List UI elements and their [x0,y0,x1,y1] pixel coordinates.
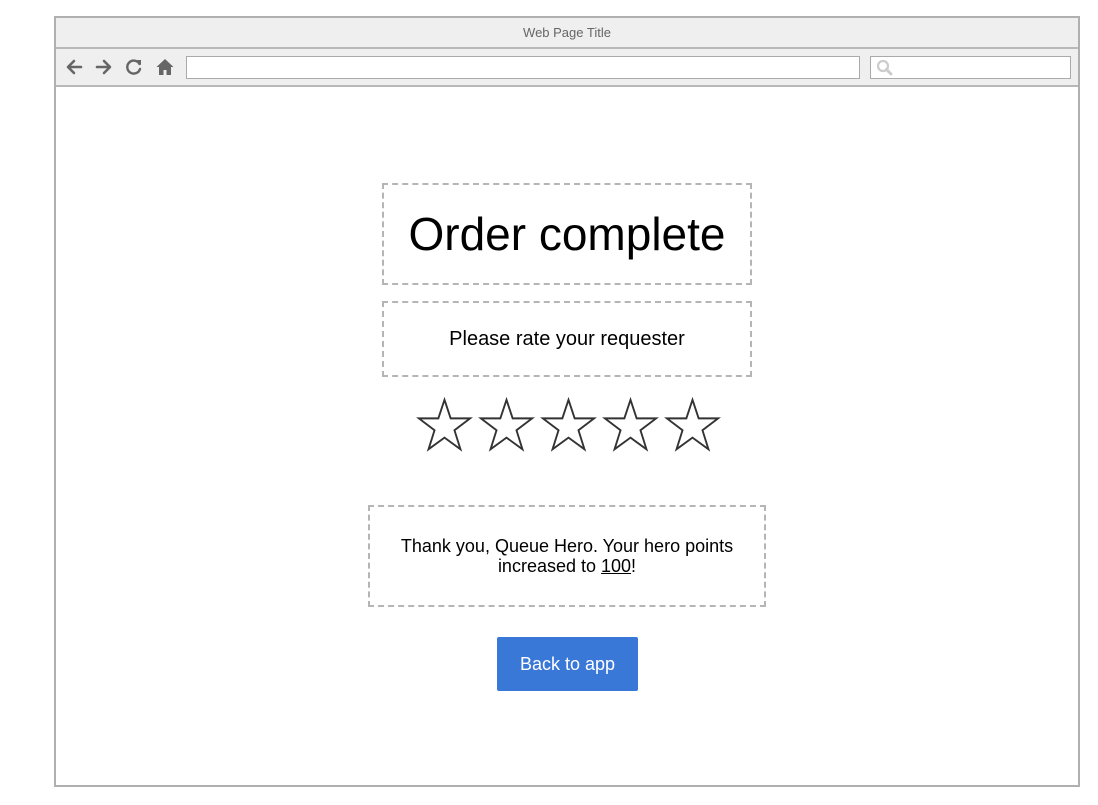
thank-you-message: Thank you, Queue Hero. Your hero points … [368,505,766,607]
back-arrow-icon[interactable] [64,57,84,77]
page-content: Order complete Please rate your requeste… [56,87,1078,785]
star-3-icon[interactable] [540,397,597,454]
search-field[interactable] [870,56,1071,79]
address-bar[interactable] [186,56,860,79]
thanks-suffix: ! [631,556,637,576]
home-icon[interactable] [155,57,175,77]
star-5-icon[interactable] [664,397,721,454]
window-title: Web Page Title [523,25,611,40]
browser-toolbar [56,49,1078,87]
star-4-icon[interactable] [602,397,659,454]
title-bar: Web Page Title [56,18,1078,49]
back-to-app-button[interactable]: Back to app [497,637,638,691]
forward-arrow-icon[interactable] [94,57,114,77]
star-rating [416,397,721,457]
search-icon [876,59,893,76]
page-title: Order complete [382,183,752,285]
star-2-icon[interactable] [478,397,535,454]
star-1-icon[interactable] [416,397,473,454]
browser-window: Web Page Title Order complete Please rat… [54,16,1080,787]
reload-icon[interactable] [124,57,144,77]
hero-points-value: 100 [601,556,632,576]
thanks-text: Thank you, Queue Hero. Your hero points … [400,536,734,576]
rating-prompt: Please rate your requester [382,301,752,377]
